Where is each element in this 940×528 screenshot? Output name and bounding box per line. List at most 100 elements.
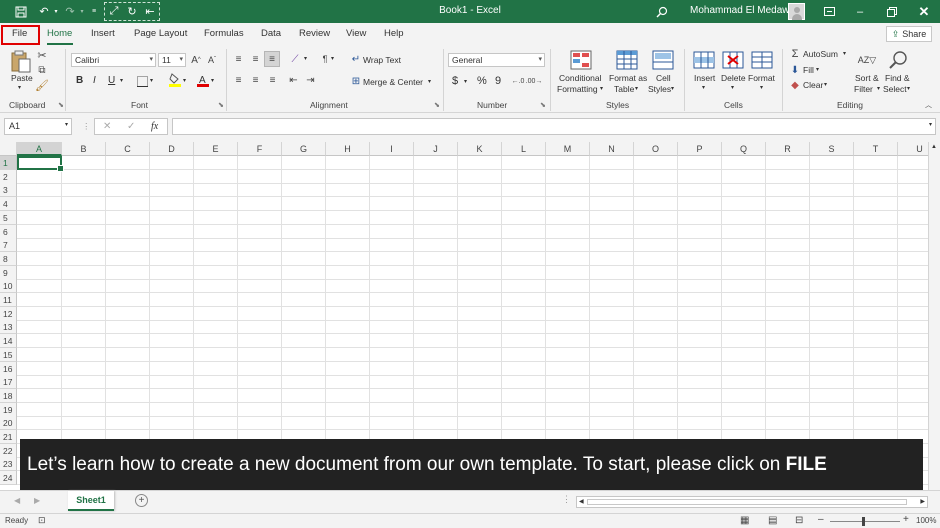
user-name[interactable]: Mohammad El Medawar [690, 5, 798, 16]
format-painter-icon[interactable]: 🖌 [35, 79, 49, 92]
column-header[interactable]: D [150, 142, 194, 156]
row-header[interactable]: 20 [0, 416, 17, 431]
tab-review[interactable]: Review [299, 28, 330, 39]
zoom-slider[interactable] [830, 521, 900, 522]
column-header[interactable]: G [282, 142, 326, 156]
name-box[interactable]: A1 ▾ [4, 118, 72, 135]
tab-insert[interactable]: Insert [91, 28, 115, 39]
autosum-button[interactable]: AutoSum [803, 49, 838, 59]
currency-button[interactable]: $ [452, 75, 458, 87]
share-button[interactable]: ⇪ Share [886, 26, 932, 42]
format-as-table-label-2[interactable]: Table [614, 84, 634, 94]
conditional-formatting-label-1[interactable]: Conditional [559, 73, 602, 83]
close-icon[interactable]: ✕ [910, 0, 938, 23]
increase-indent-icon[interactable]: ⇥ [304, 74, 317, 86]
borders-dropdown-icon[interactable]: ▾ [150, 77, 153, 84]
format-as-table-label-1[interactable]: Format as [609, 73, 647, 83]
increase-font-icon[interactable]: A ^ [190, 53, 202, 67]
increase-decimal-icon[interactable]: ←.0 [511, 74, 525, 88]
cell-styles-label-2[interactable]: Styles [648, 84, 671, 94]
zoom-in-icon[interactable]: + [903, 514, 909, 525]
row-header[interactable]: 21 [0, 430, 17, 444]
align-center-icon[interactable]: ≡ [249, 74, 262, 86]
row-header[interactable]: 9 [0, 265, 17, 280]
find-select-label-1[interactable]: Find & [885, 73, 910, 83]
format-cells-button[interactable]: Format [748, 73, 775, 83]
insert-function-button[interactable]: fx [151, 121, 158, 132]
paste-label[interactable]: Paste [11, 73, 33, 83]
conditional-formatting-icon[interactable] [570, 50, 592, 72]
decrease-decimal-icon[interactable]: .00→ [526, 74, 543, 88]
row-header[interactable]: 15 [0, 347, 17, 362]
scroll-thumb[interactable] [587, 499, 907, 505]
column-header[interactable]: U [898, 142, 928, 156]
column-header[interactable]: L [502, 142, 546, 156]
row-header[interactable]: 10 [0, 279, 17, 294]
chevron-down-icon[interactable]: ▾ [702, 84, 705, 91]
row-header[interactable]: 4 [0, 197, 17, 212]
row-header[interactable]: 5 [0, 210, 17, 225]
zoom-out-icon[interactable]: – [818, 514, 824, 525]
align-top-icon[interactable]: ≡ [232, 53, 245, 65]
column-header[interactable]: P [678, 142, 722, 156]
autosum-dropdown-icon[interactable]: ▾ [843, 50, 846, 57]
column-header[interactable]: N [590, 142, 634, 156]
tab-home[interactable]: Home [47, 28, 72, 39]
column-header[interactable]: E [194, 142, 238, 156]
cell-styles-label-1[interactable]: Cell [656, 73, 671, 83]
clear-button[interactable]: Clear [803, 80, 823, 90]
find-select-label-2[interactable]: Select [883, 84, 907, 94]
copy-icon[interactable]: ⧉ [36, 64, 48, 76]
format-cells-icon[interactable] [751, 50, 773, 72]
minimize-icon[interactable]: – [846, 0, 874, 23]
percent-button[interactable]: % [477, 75, 487, 87]
underline-dropdown-icon[interactable]: ▾ [120, 77, 123, 84]
chevron-down-icon[interactable]: ▾ [600, 85, 603, 92]
row-header[interactable]: 8 [0, 251, 17, 266]
column-header[interactable]: Q [722, 142, 766, 156]
column-header[interactable]: J [414, 142, 458, 156]
row-header[interactable]: 13 [0, 320, 17, 335]
chevron-down-icon[interactable]: ▾ [731, 84, 734, 91]
chevron-down-icon[interactable]: ▾ [671, 85, 674, 92]
chevron-down-icon[interactable]: ▾ [877, 85, 880, 92]
avatar[interactable] [788, 3, 805, 20]
cut-icon[interactable]: ✂ [36, 49, 48, 62]
paste-icon[interactable] [10, 50, 32, 73]
drag-handle-icon[interactable]: ⋮ [562, 494, 571, 505]
font-name-combo[interactable]: Calibri ▾ [71, 53, 156, 67]
fill-dropdown-icon[interactable]: ▾ [816, 66, 819, 73]
add-sheet-icon[interactable]: + [135, 494, 148, 507]
text-direction-dropdown-icon[interactable]: ▾ [331, 55, 334, 62]
currency-dropdown-icon[interactable]: ▾ [464, 78, 467, 85]
fill-down-icon[interactable]: ⬇ [789, 64, 801, 76]
row-header[interactable]: 11 [0, 293, 17, 307]
orientation-dropdown-icon[interactable]: ▾ [304, 55, 307, 62]
column-header[interactable]: F [238, 142, 282, 156]
row-header[interactable]: 1 [0, 156, 17, 170]
tab-view[interactable]: View [346, 28, 366, 39]
row-header[interactable]: 22 [0, 443, 17, 458]
row-header[interactable]: 7 [0, 238, 17, 253]
column-header[interactable]: R [766, 142, 810, 156]
conditional-formatting-label-2[interactable]: Formatting [557, 84, 598, 94]
sort-filter-label-1[interactable]: Sort & [855, 73, 879, 83]
chevron-down-icon[interactable]: ▾ [635, 85, 638, 92]
select-all-corner[interactable] [0, 142, 17, 156]
comma-style-button[interactable]: 9 [495, 75, 501, 87]
align-middle-icon[interactable]: ≡ [249, 53, 262, 65]
column-header[interactable]: S [810, 142, 854, 156]
number-format-combo[interactable]: General ▾ [448, 53, 545, 67]
text-direction-icon[interactable]: ¶ [318, 53, 332, 65]
prev-sheet-icon[interactable]: ◀ [14, 496, 20, 505]
merge-center-icon[interactable]: ⊞ [350, 75, 362, 87]
column-header[interactable]: M [546, 142, 590, 156]
clipboard-launcher-icon[interactable]: ⬊ [58, 101, 64, 109]
italic-button[interactable]: I [93, 75, 96, 86]
chevron-down-icon[interactable]: ▾ [907, 85, 910, 92]
delete-cells-button[interactable]: Delete [721, 73, 746, 83]
sheet-tab[interactable]: Sheet1 [68, 491, 114, 511]
wrap-text-icon[interactable]: ↵ [350, 53, 362, 65]
sort-filter-label-2[interactable]: Filter [854, 84, 873, 94]
cancel-entry-icon[interactable]: ✕ [103, 121, 111, 132]
